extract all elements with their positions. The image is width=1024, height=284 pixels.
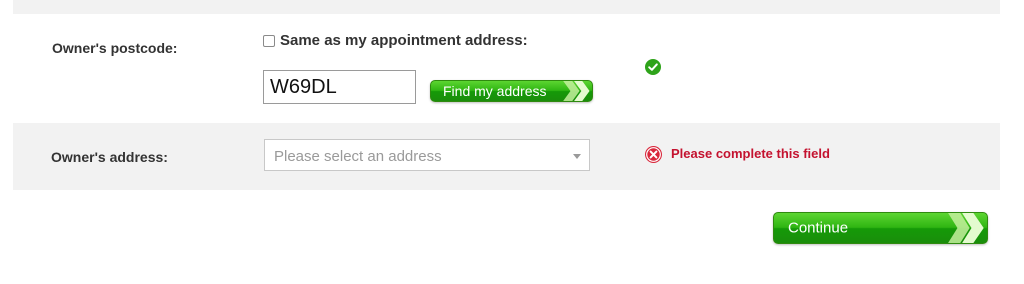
- owners-postcode-label: Owner's postcode:: [52, 40, 178, 56]
- continue-label: Continue: [788, 219, 849, 237]
- same-address-checkbox[interactable]: [263, 34, 275, 47]
- top-row-background: [13, 0, 1000, 14]
- x-circle-icon: [645, 146, 662, 163]
- double-chevron-right-icon: [948, 213, 984, 243]
- double-chevron-right-icon: [563, 81, 590, 101]
- postcode-input[interactable]: [263, 70, 416, 104]
- address-select[interactable]: Please select an address: [264, 139, 590, 171]
- check-circle-icon: [645, 59, 661, 75]
- address-select-placeholder: Please select an address: [274, 148, 442, 165]
- owners-address-label: Owner's address:: [51, 149, 168, 165]
- chevron-down-icon: [573, 154, 581, 159]
- find-my-address-label: Find my address: [443, 83, 547, 99]
- continue-button[interactable]: Continue: [773, 212, 988, 244]
- same-address-option[interactable]: Same as my appointment address:: [263, 32, 528, 49]
- address-error-message: Please complete this field: [671, 146, 830, 161]
- same-address-label[interactable]: Same as my appointment address:: [280, 32, 528, 49]
- find-my-address-button[interactable]: Find my address: [430, 80, 593, 102]
